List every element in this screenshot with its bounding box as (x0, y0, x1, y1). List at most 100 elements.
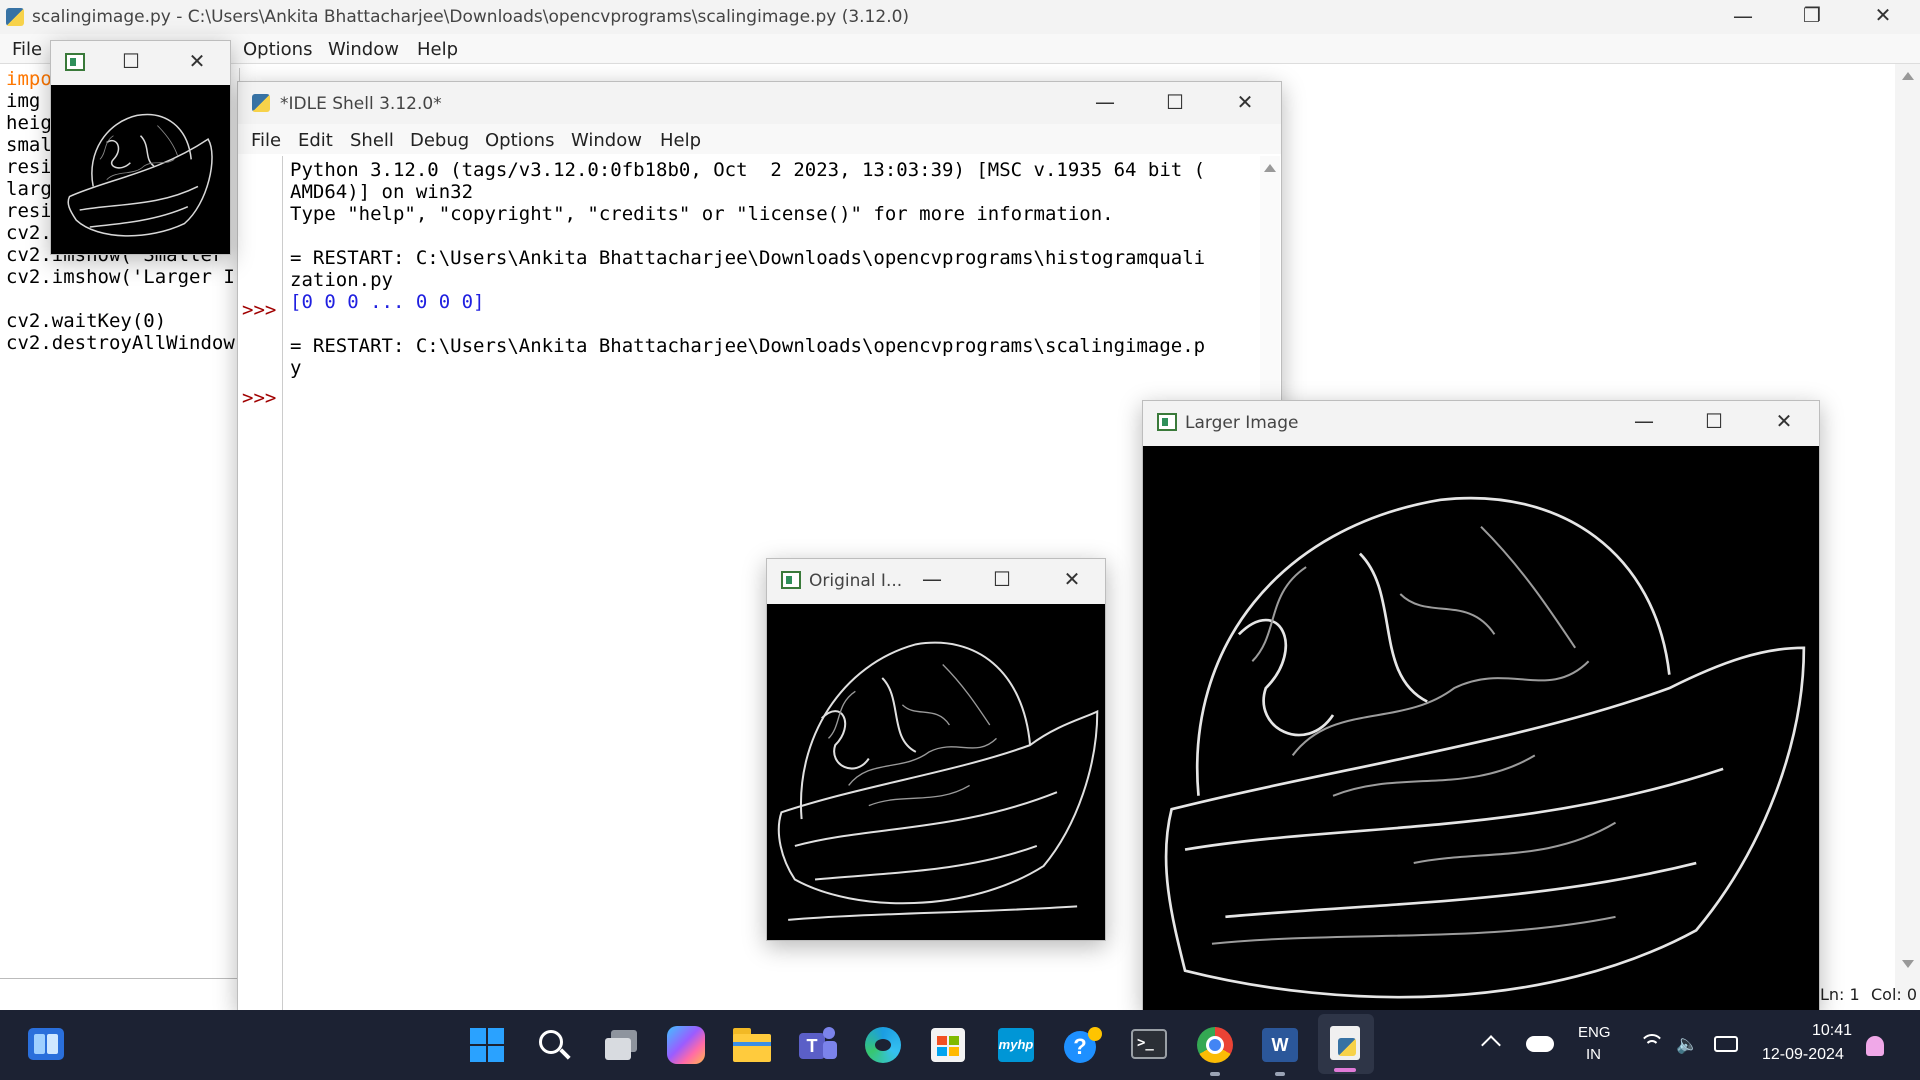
status-line: Ln: 1 (1820, 985, 1860, 1004)
idle-shell-window: *IDLE Shell 3.12.0* — ☐ ✕ File Edit Shel… (237, 81, 1282, 1011)
menu-window[interactable]: Window (328, 39, 399, 60)
notification-bell-icon[interactable] (1866, 1036, 1884, 1056)
menu-help[interactable]: Help (417, 39, 458, 60)
python-idle-icon (1330, 1026, 1360, 1060)
shell-output-line: = RESTART: C:\Users\Ankita Bhattacharjee… (290, 247, 1206, 269)
onedrive-icon[interactable] (1526, 1036, 1554, 1052)
status-col: Col: 0 (1871, 985, 1918, 1004)
shell-output-line: y (290, 357, 302, 379)
clock-time[interactable]: 10:41 (1812, 1022, 1852, 1040)
scroll-up-arrow-icon[interactable] (1264, 164, 1276, 172)
edge-image-graphic (1164, 496, 1806, 999)
close-button[interactable]: ✕ (1057, 569, 1087, 589)
editor-titlebar[interactable]: scalingimage.py - C:\Users\Ankita Bhatta… (0, 0, 1920, 34)
edge-icon[interactable] (865, 1027, 901, 1063)
scroll-down-arrow-icon[interactable] (1902, 960, 1914, 968)
shell-menubar: File Edit Shell Debug Options Window Hel… (238, 124, 1281, 154)
editor-menubar: File Options Window Help (0, 34, 1920, 64)
editor-scrollbar[interactable] (1895, 64, 1920, 1000)
chrome-icon[interactable] (1197, 1027, 1233, 1063)
close-button[interactable]: ✕ (1230, 92, 1260, 112)
restore-button[interactable]: ❐ (1797, 5, 1827, 25)
code-line: cv2.imshow('Larger I (6, 266, 235, 288)
active-indicator (1210, 1072, 1220, 1076)
menu-file[interactable]: File (251, 130, 281, 151)
menu-edit[interactable]: Edit (298, 130, 333, 151)
larger-image (1143, 446, 1819, 1011)
shell-output-line: AMD64)] on win32 (290, 181, 474, 203)
minimize-button[interactable]: — (1090, 92, 1120, 112)
code-line: cv2.destroyAllWindow (6, 332, 235, 354)
larger-window-title: Larger Image (1185, 413, 1299, 433)
maximize-button[interactable]: ☐ (987, 569, 1017, 589)
shell-output-line (290, 225, 1260, 247)
maximize-button[interactable]: ☐ (1160, 92, 1190, 112)
close-button[interactable]: ✕ (1769, 411, 1799, 431)
python-idle-taskbar-button[interactable] (1318, 1014, 1374, 1074)
language-indicator-bottom[interactable]: IN (1586, 1046, 1601, 1063)
menu-options[interactable]: Options (485, 130, 554, 151)
taskbar: T myhp ? >_ W ENG IN 🔈 10:41 12-09-2024 (0, 1010, 1920, 1080)
original-image (767, 604, 1105, 940)
menu-options[interactable]: Options (243, 39, 312, 60)
copilot-icon[interactable] (667, 1026, 705, 1064)
wifi-icon[interactable] (1640, 1034, 1664, 1058)
shell-output-line: Type "help", "copyright", "credits" or "… (290, 203, 1114, 225)
menu-file[interactable]: File (12, 39, 42, 60)
edge-image-graphic (777, 641, 1099, 921)
python-shell-icon (252, 94, 270, 112)
opencv-window-icon (65, 53, 85, 71)
shell-output-line: zation.py (290, 269, 393, 291)
scroll-up-arrow-icon[interactable] (1902, 72, 1914, 80)
code-line: cv2.waitKey(0) (6, 310, 167, 332)
opencv-window-icon (1157, 413, 1177, 431)
original-window-title: Original I... (809, 571, 903, 591)
battery-icon[interactable] (1714, 1036, 1738, 1052)
minimize-button[interactable]: — (1728, 6, 1758, 26)
editor-bottom-border (0, 978, 240, 979)
close-button[interactable]: ✕ (1868, 5, 1898, 25)
clock-date[interactable]: 12-09-2024 (1762, 1046, 1844, 1064)
close-button[interactable]: ✕ (182, 51, 212, 71)
minimize-button[interactable]: — (917, 569, 947, 589)
menu-debug[interactable]: Debug (410, 130, 469, 151)
teams-icon[interactable]: T (799, 1027, 837, 1063)
myhp-icon[interactable]: myhp (998, 1028, 1034, 1062)
menu-window[interactable]: Window (571, 130, 642, 151)
shell-prompt: >>> (242, 387, 277, 409)
shell-output-line (290, 313, 1260, 335)
chevron-up-icon[interactable] (1481, 1035, 1501, 1055)
maximize-button[interactable]: ☐ (116, 51, 146, 71)
editor-title: scalingimage.py - C:\Users\Ankita Bhatta… (32, 7, 910, 27)
word-icon[interactable]: W (1262, 1028, 1298, 1062)
shell-output-line: = RESTART: C:\Users\Ankita Bhattacharjee… (290, 335, 1206, 357)
maximize-button[interactable]: ☐ (1699, 411, 1729, 431)
editor-statusbar: Ln: 1 Col: 0 (1815, 982, 1920, 1008)
smaller-image (51, 85, 230, 254)
menu-shell[interactable]: Shell (350, 130, 394, 151)
shell-title: *IDLE Shell 3.12.0* (280, 94, 442, 114)
active-indicator (1275, 1072, 1285, 1076)
shell-titlebar[interactable]: *IDLE Shell 3.12.0* — ☐ ✕ (238, 82, 1281, 124)
python-file-icon (6, 8, 24, 26)
task-view-icon[interactable] (603, 1028, 639, 1062)
file-explorer-icon[interactable] (733, 1028, 771, 1062)
start-icon[interactable] (470, 1028, 504, 1062)
minimize-button[interactable]: — (1629, 411, 1659, 431)
original-image-window: Original I... — ☐ ✕ (766, 558, 1106, 941)
help-icon[interactable]: ? (1064, 1027, 1102, 1065)
terminal-icon[interactable]: >_ (1131, 1029, 1167, 1059)
menu-help[interactable]: Help (660, 130, 701, 151)
widgets-icon[interactable] (28, 1028, 64, 1060)
shell-output-line: Python 3.12.0 (tags/v3.12.0:0fb18b0, Oct… (290, 159, 1206, 181)
edge-image-graphic (67, 113, 213, 237)
store-icon[interactable] (931, 1028, 965, 1062)
smaller-image-window: ☐ ✕ (50, 40, 231, 255)
larger-image-window: Larger Image — ☐ ✕ (1142, 400, 1820, 1012)
shell-prompt: >>> (242, 299, 277, 321)
search-icon[interactable] (537, 1028, 571, 1062)
opencv-window-icon (781, 571, 801, 589)
volume-muted-icon[interactable]: 🔈 (1676, 1034, 1702, 1056)
language-indicator-top[interactable]: ENG (1578, 1024, 1611, 1041)
